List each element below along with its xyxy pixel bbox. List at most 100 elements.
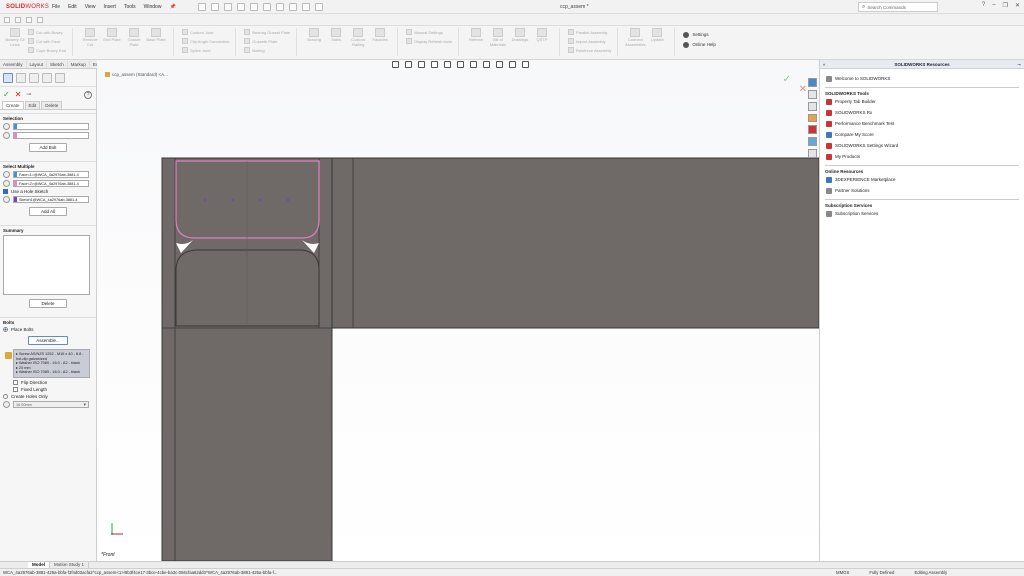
- custom-joint-button[interactable]: Custom Joint: [182, 28, 229, 36]
- create-holes-only-radio[interactable]: Create Holes Only: [3, 393, 93, 399]
- add-all-button[interactable]: Add All: [29, 207, 67, 216]
- drawings-button[interactable]: Drawings: [509, 28, 531, 43]
- graphics-area[interactable]: ccp_assem (Standard) <A... ✓ ✕ *Front: [97, 60, 819, 561]
- facades-button[interactable]: Facades: [369, 28, 391, 43]
- solidworks-logo[interactable]: SOLIDWORKS: [6, 4, 52, 10]
- minimize-button[interactable]: –: [992, 2, 995, 9]
- property-manager-icon[interactable]: [16, 73, 26, 83]
- undo-icon[interactable]: [262, 2, 271, 11]
- dimxpert-icon[interactable]: [42, 73, 52, 83]
- menu-insert[interactable]: Insert: [103, 4, 116, 10]
- steel-beam[interactable]: [331, 157, 819, 329]
- tab-markup[interactable]: Markup: [68, 60, 90, 68]
- display-manager-icon[interactable]: [55, 73, 65, 83]
- search-commands-input[interactable]: ⌕ Search Commands: [858, 2, 938, 12]
- new-document-icon[interactable]: [210, 2, 219, 11]
- welcome-link[interactable]: Welcome to SOLIDWORKS: [820, 73, 1024, 84]
- units-label[interactable]: MMGS: [836, 569, 849, 576]
- resources-tab-icon[interactable]: [808, 78, 817, 87]
- benchmark-link[interactable]: Performance Benchmark Test: [820, 118, 1024, 129]
- pin-panel-icon[interactable]: ⊸: [1017, 60, 1021, 69]
- configuration-manager-icon[interactable]: [29, 73, 39, 83]
- close-button[interactable]: ✕: [1015, 2, 1020, 9]
- face2-field[interactable]: Face<2>@WCA_4a2976ab-3881-4: [13, 180, 89, 187]
- bill-of-materials-button[interactable]: Bill of Materials: [487, 28, 509, 47]
- selection-field-1[interactable]: [13, 123, 89, 130]
- qstp-button[interactable]: QSTP: [531, 28, 553, 43]
- summary-list[interactable]: [3, 235, 90, 295]
- menu-window[interactable]: Window: [144, 4, 162, 10]
- menu-view[interactable]: View: [85, 4, 96, 10]
- gusset-plate-button[interactable]: Gusset Plate: [123, 28, 145, 47]
- splice-joint-button[interactable]: Splice Joint: [182, 46, 229, 54]
- expand-icon[interactable]: [37, 16, 43, 23]
- remove-cut-button[interactable]: Remove Cut: [79, 28, 101, 47]
- solidworks-rx-link[interactable]: SOLIDWORKS Rx: [820, 107, 1024, 118]
- bracing-button[interactable]: Bracing: [303, 28, 325, 43]
- file-properties-icon[interactable]: [301, 2, 310, 11]
- bowery-button[interactable]: Bowery Cli Lines: [4, 28, 26, 47]
- tab-assembly[interactable]: Assembly: [0, 60, 27, 68]
- parallel-assembly-button[interactable]: Parallel Assembly: [567, 28, 611, 36]
- options-icon[interactable]: [314, 2, 323, 11]
- file-explorer-icon[interactable]: [808, 101, 817, 111]
- subscription-link[interactable]: Subscription Services: [820, 208, 1024, 219]
- cut-with-bowry-button[interactable]: Cut with Bowry: [28, 28, 66, 36]
- home-icon[interactable]: [197, 2, 206, 11]
- pin-icon[interactable]: 📌: [169, 4, 175, 10]
- tab-sketch[interactable]: Sketch: [47, 60, 68, 68]
- pm-help-icon[interactable]: ?: [84, 91, 92, 99]
- hole-size-dropdown[interactable]: 16.00mm: [13, 400, 89, 408]
- bolt-assembly-list[interactable]: ▸ Screw AS/NZS 1252 - M16 x 40 - 8.8 - h…: [5, 349, 90, 378]
- base-plate-button[interactable]: Base Plate: [145, 28, 167, 43]
- clip-angle-button[interactable]: Clip Angle Connection: [182, 37, 229, 45]
- ok-check-icon[interactable]: ✓: [3, 90, 10, 99]
- partner-solutions-link[interactable]: Partner Solutions: [820, 185, 1024, 196]
- cope-bowry-end-button[interactable]: Cope Bowry End: [28, 46, 66, 54]
- place-bolts-radio[interactable]: Place Bolts: [3, 327, 93, 332]
- import-assembly-button[interactable]: Import Assembly: [567, 37, 611, 45]
- stairs-button[interactable]: Stairs: [325, 28, 347, 43]
- open-icon[interactable]: [223, 2, 232, 11]
- marketplace-link[interactable]: 3DEXPERIENCE Marketplace: [820, 174, 1024, 185]
- restore-button[interactable]: ❐: [1003, 2, 1008, 9]
- menu-tools[interactable]: Tools: [124, 4, 136, 10]
- cancel-x-icon[interactable]: ✕: [15, 90, 22, 99]
- star-icon[interactable]: [4, 16, 10, 23]
- subtab-create[interactable]: Create: [2, 101, 24, 109]
- face1-field[interactable]: Face<1>@WCA_4a2976ab-3881-4: [13, 171, 89, 178]
- sketch-field[interactable]: Sketch1@WCA_4a2976ab-3881-4: [13, 196, 89, 203]
- refresh-button[interactable]: Refresh: [465, 28, 487, 43]
- design-library-icon[interactable]: [808, 89, 817, 99]
- print-icon[interactable]: [249, 2, 258, 11]
- assemble-button[interactable]: Assemble...: [28, 336, 68, 345]
- selection-field-2[interactable]: [13, 132, 89, 139]
- update-button[interactable]: Update: [646, 28, 668, 43]
- gusseth-plate-button[interactable]: Gusseth Plate: [244, 37, 290, 45]
- custom-properties-icon[interactable]: [808, 137, 817, 147]
- connect-assemblies-button[interactable]: Connect Assemblies: [624, 28, 646, 47]
- tab-layout[interactable]: Layout: [27, 60, 48, 68]
- subtab-delete[interactable]: Delete: [41, 101, 63, 109]
- settings-wizard-link[interactable]: SOLIDWORKS Settings Wizard: [820, 140, 1024, 151]
- back-icon[interactable]: [15, 16, 21, 23]
- menu-file[interactable]: File: [52, 4, 60, 10]
- delete-button[interactable]: Delete: [29, 299, 67, 308]
- subtab-edit[interactable]: Edit: [24, 101, 41, 109]
- use-hole-sketch-checkbox[interactable]: Use a Hole Sketch: [3, 189, 93, 194]
- compare-score-link[interactable]: Compare My Score: [820, 129, 1024, 140]
- help-icon[interactable]: ?: [982, 2, 985, 9]
- bolting-button[interactable]: Bolting: [244, 46, 290, 54]
- manual-settings-button[interactable]: Manual Settings: [406, 28, 452, 36]
- model-view[interactable]: [97, 60, 819, 561]
- cut-with-face-button[interactable]: Cut with Face: [28, 37, 66, 45]
- my-products-link[interactable]: My Products: [820, 151, 1024, 162]
- menu-edit[interactable]: Edit: [68, 4, 77, 10]
- flip-direction-checkbox[interactable]: Flip Direction: [13, 379, 93, 385]
- forward-icon[interactable]: [26, 16, 32, 23]
- feature-manager-icon[interactable]: [3, 73, 13, 83]
- select-icon[interactable]: [275, 2, 284, 11]
- online-help-link[interactable]: Online Help: [683, 40, 716, 49]
- property-tab-builder-link[interactable]: Property Tab Builder: [820, 96, 1024, 107]
- rebuild-icon[interactable]: [288, 2, 297, 11]
